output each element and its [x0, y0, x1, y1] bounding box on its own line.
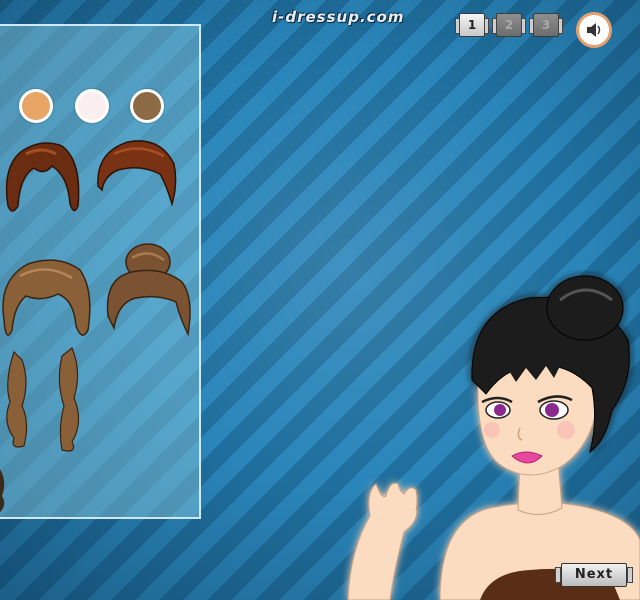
skin-tone-swatch-fair[interactable]: [75, 89, 109, 123]
hair-option-wavy-bob[interactable]: [0, 250, 94, 350]
hair-option-top-bun[interactable]: [102, 238, 192, 348]
speaker-icon: [587, 23, 601, 37]
next-button[interactable]: Next: [555, 563, 633, 587]
page-2-button[interactable]: 2: [492, 13, 526, 37]
page-selector: 1 2 3: [452, 13, 567, 37]
next-button-right-cap: [627, 567, 633, 583]
model-character: [347, 275, 640, 600]
skin-tone-swatch-brown[interactable]: [130, 89, 164, 123]
hair-option-long-curly[interactable]: [0, 342, 86, 460]
page-1-button[interactable]: 1: [455, 13, 489, 37]
options-panel: [0, 24, 201, 519]
hair-option-short-auburn[interactable]: [2, 136, 84, 226]
hair-option-partial[interactable]: [0, 456, 10, 516]
site-logo[interactable]: i-dressup.com: [272, 8, 404, 26]
page-3-button[interactable]: 3: [529, 13, 563, 37]
sound-toggle-button[interactable]: [576, 12, 612, 48]
next-button-label: Next: [561, 563, 627, 587]
hair-option-slick-back[interactable]: [94, 134, 178, 214]
skin-tone-swatch-tan[interactable]: [19, 89, 53, 123]
